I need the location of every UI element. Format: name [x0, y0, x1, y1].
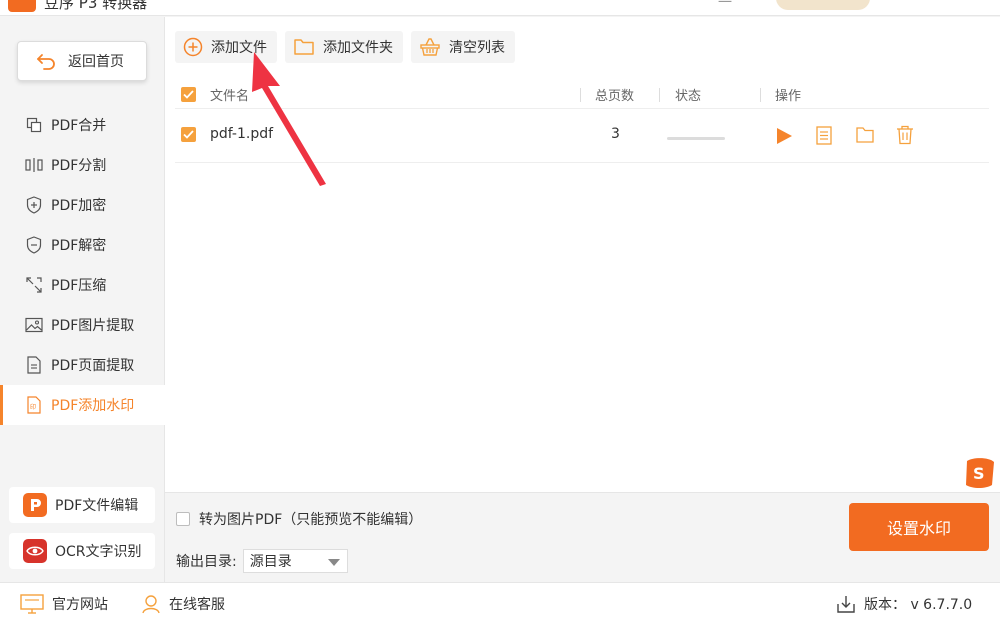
- input-method-s-icon[interactable]: S: [963, 457, 997, 489]
- ocr-card[interactable]: OCR文字识别: [9, 533, 155, 569]
- sidebar-item-label: PDF图片提取: [51, 318, 135, 334]
- title-bar: 豆序 P3 转换器 一: [0, 0, 1000, 16]
- output-dir-label: 输出目录:: [176, 554, 237, 570]
- file-table-header: 文件名 总页数 状态 操作: [175, 79, 989, 109]
- app-title: 豆序 P3 转换器: [44, 0, 148, 12]
- support-person-icon: [142, 595, 160, 614]
- shield-minus-icon: [25, 236, 43, 254]
- online-support-link[interactable]: 在线客服: [141, 594, 225, 614]
- sidebar-item-label: PDF解密: [51, 238, 107, 254]
- sidebar: 返回首页 PDF合并 PDF分割 PDF加密 PDF解密 PDF压缩 PDF图片…: [0, 17, 165, 582]
- options-panel: S 转为图片PDF（只能预览不能编辑） 输出目录: 源目录 设置水印: [165, 458, 1000, 582]
- add-folder-label: 添加文件夹: [323, 40, 393, 56]
- document-icon[interactable]: [816, 126, 832, 149]
- column-filename: 文件名: [210, 89, 250, 104]
- output-dir-row: 输出目录: 源目录: [176, 549, 348, 573]
- status-bar: 官方网站 在线客服 版本： v 6.7.7.0: [0, 582, 1000, 622]
- minimize-button[interactable]: 一: [718, 0, 732, 12]
- column-actions: 操作: [775, 89, 802, 104]
- version-info[interactable]: 版本： v 6.7.7.0: [836, 594, 972, 614]
- watermark-icon: 印: [25, 396, 43, 414]
- add-file-button[interactable]: 添加文件: [175, 31, 277, 63]
- page-icon: [25, 356, 43, 374]
- sidebar-item-compress[interactable]: PDF压缩: [0, 265, 165, 305]
- add-file-label: 添加文件: [211, 40, 267, 56]
- sidebar-item-encrypt[interactable]: PDF加密: [0, 185, 165, 225]
- to-image-pdf-checkbox[interactable]: [176, 512, 190, 526]
- output-dir-value: 源目录: [249, 554, 292, 570]
- sidebar-item-label: PDF合并: [51, 118, 107, 134]
- toolbar: 添加文件 添加文件夹 清空列表: [175, 31, 515, 63]
- official-website-label: 官方网站: [52, 597, 108, 613]
- set-watermark-button[interactable]: 设置水印: [849, 503, 989, 551]
- table-row[interactable]: pdf-1.pdf 3: [175, 115, 989, 163]
- official-website-link[interactable]: 官方网站: [20, 594, 108, 614]
- add-folder-button[interactable]: 添加文件夹: [285, 31, 403, 63]
- app-logo-icon: [8, 0, 36, 12]
- sidebar-item-label: PDF压缩: [51, 278, 107, 294]
- basket-icon: [419, 37, 441, 57]
- column-divider: [760, 88, 761, 102]
- play-icon[interactable]: [775, 127, 793, 149]
- sidebar-item-extract-pages[interactable]: PDF页面提取: [0, 345, 165, 385]
- clear-list-label: 清空列表: [449, 40, 505, 56]
- sidebar-item-split[interactable]: PDF分割: [0, 145, 165, 185]
- back-home-label: 返回首页: [68, 54, 124, 70]
- split-icon: [25, 156, 43, 174]
- merge-icon: [25, 116, 43, 134]
- select-all-checkbox[interactable]: [181, 87, 196, 102]
- svg-text:S: S: [973, 464, 985, 483]
- to-image-pdf-label: 转为图片PDF（只能预览不能编辑）: [199, 512, 423, 528]
- open-folder-icon[interactable]: [856, 126, 874, 148]
- pdf-editor-icon: [23, 493, 47, 517]
- sidebar-item-decrypt[interactable]: PDF解密: [0, 225, 165, 265]
- column-divider: [659, 88, 660, 102]
- sidebar-item-label: PDF页面提取: [51, 358, 135, 374]
- sidebar-item-label: PDF加密: [51, 198, 107, 214]
- svg-text:印: 印: [30, 404, 36, 411]
- download-icon: [837, 596, 855, 613]
- clear-list-button[interactable]: 清空列表: [411, 31, 515, 63]
- sidebar-item-add-watermark[interactable]: 印 PDF添加水印: [0, 385, 165, 425]
- back-home-button[interactable]: 返回首页: [17, 41, 147, 81]
- output-dir-select[interactable]: 源目录: [242, 549, 348, 573]
- chevron-down-icon: [327, 559, 340, 566]
- image-icon: [25, 316, 43, 334]
- column-status: 状态: [675, 89, 702, 104]
- sidebar-nav: PDF合并 PDF分割 PDF加密 PDF解密 PDF压缩 PDF图片提取 PD…: [0, 105, 165, 425]
- vip-button[interactable]: [776, 0, 870, 10]
- column-pages: 总页数: [595, 89, 635, 104]
- delete-icon[interactable]: [896, 125, 914, 149]
- folder-icon: [293, 37, 315, 57]
- column-divider: [580, 88, 581, 102]
- pdf-editor-label: PDF文件编辑: [55, 498, 139, 514]
- compress-icon: [25, 276, 43, 294]
- sidebar-item-extract-images[interactable]: PDF图片提取: [0, 305, 165, 345]
- row-pages: 3: [611, 126, 620, 142]
- plus-circle-icon: [183, 37, 203, 57]
- sidebar-item-label: PDF分割: [51, 158, 107, 174]
- main-panel: 添加文件 添加文件夹 清空列表 文件名 总页数 状态 操作 pdf-1.pdf …: [165, 17, 1000, 492]
- sidebar-item-merge[interactable]: PDF合并: [0, 105, 165, 145]
- to-image-pdf-option[interactable]: 转为图片PDF（只能预览不能编辑）: [176, 509, 422, 529]
- row-progress-bar: [667, 137, 725, 140]
- row-checkbox[interactable]: [181, 127, 196, 142]
- monitor-icon: [20, 594, 44, 614]
- pdf-editor-card[interactable]: PDF文件编辑: [9, 487, 155, 523]
- shield-plus-icon: [25, 196, 43, 214]
- sidebar-item-label: PDF添加水印: [51, 398, 135, 414]
- ocr-label: OCR文字识别: [55, 544, 142, 560]
- row-filename: pdf-1.pdf: [210, 126, 274, 142]
- ocr-eye-icon: [23, 539, 47, 563]
- online-support-label: 在线客服: [169, 597, 225, 613]
- version-label: 版本： v 6.7.7.0: [864, 597, 973, 613]
- return-arrow-icon: [37, 54, 55, 70]
